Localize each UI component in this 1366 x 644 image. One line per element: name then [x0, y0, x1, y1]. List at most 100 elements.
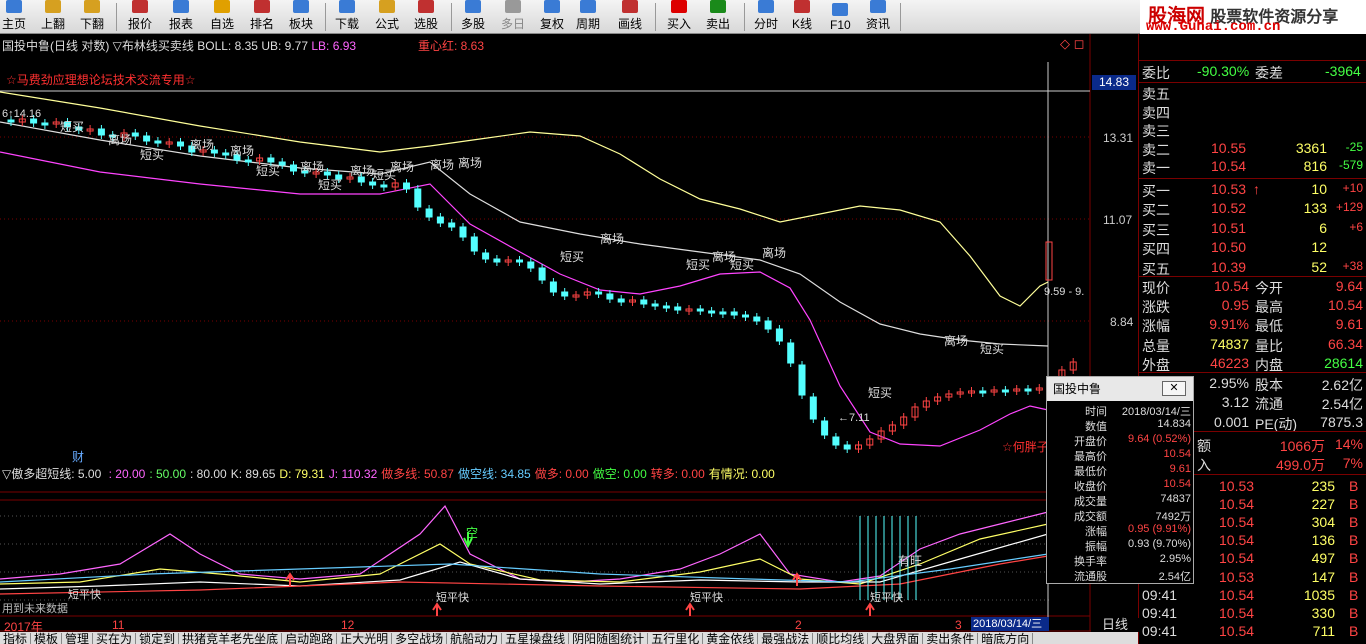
toolbar-draw-line-button[interactable]: 画线	[618, 0, 642, 33]
indicator-tab[interactable]: 卖出条件	[923, 633, 979, 644]
candle-body	[1024, 388, 1032, 392]
popup-header[interactable]: 国投中鲁 ✕	[1047, 377, 1193, 401]
indicator-tab[interactable]: 管理	[62, 633, 94, 644]
toolbar-f10-button[interactable]: F10	[830, 0, 851, 33]
chart-options-icon[interactable]: ◇ ◻	[1060, 36, 1084, 52]
indicator-tab[interactable]: 指标	[0, 633, 32, 644]
toolbar-label: 资讯	[866, 17, 891, 31]
period-tab[interactable]: 日线	[1091, 618, 1139, 632]
tick-time: 09:41	[1142, 622, 1178, 639]
indicator-tab[interactable]: 拱猪竞羊老先坐底	[179, 633, 283, 644]
popup-value: 10.54	[1163, 478, 1191, 490]
toolbar-arrow-down-button[interactable]: 下翻	[80, 0, 105, 33]
popup-value: 74837	[1160, 493, 1191, 505]
toolbar-quote-button[interactable]: 报价	[128, 0, 152, 33]
ask-row: 卖二 10.55 3361 -25	[1139, 139, 1366, 158]
crosshair-info-popup[interactable]: 国投中鲁 ✕ 时间 2018/03/14/三 数值 14.834 开盘价 9.64 (0.…	[1046, 376, 1194, 584]
stat-row: 现价 10.54 今开 9.64	[1139, 277, 1366, 296]
quote-icon	[132, 0, 148, 13]
popup-row: 涨幅 0.95 (9.91%)	[1047, 522, 1195, 538]
toolbar-separator	[451, 3, 452, 31]
tick-qty: 711	[1312, 622, 1335, 639]
money-value: 1066万	[1279, 438, 1325, 454]
tick-side: B	[1349, 514, 1359, 531]
toolbar-formula-button[interactable]: 公式	[375, 0, 399, 33]
star-icon	[214, 0, 230, 13]
buy-signal-label: 短买	[686, 258, 711, 272]
weibi-value: -90.30%	[1197, 63, 1250, 79]
indicator-tab[interactable]: 阴阳随图统计	[569, 633, 649, 644]
toolbar-download-button[interactable]: 下载	[335, 0, 359, 33]
indicator-tab[interactable]: 五星操盘线	[502, 633, 570, 644]
date-axis-label: 3	[955, 618, 962, 632]
tick-price: 10.53	[1219, 478, 1255, 494]
indicator-tab[interactable]: 黄金依线	[703, 633, 759, 644]
toolbar-kline-button[interactable]: K线	[792, 0, 812, 33]
toolbar-multi-stock-button[interactable]: 多股	[461, 0, 485, 33]
toolbar-buy-button[interactable]: 买入	[667, 0, 692, 33]
candle-body	[425, 208, 433, 218]
toolbar-star-button[interactable]: 自选	[210, 0, 234, 33]
toolbar-home-button[interactable]: 主页	[2, 0, 26, 33]
tick-side: B	[1349, 568, 1359, 585]
popup-close-button[interactable]: ✕	[1162, 381, 1186, 396]
toolbar-report-button[interactable]: 报表	[169, 0, 194, 33]
toolbar-label: 板块	[289, 17, 314, 31]
toolbar-intraday-button[interactable]: 分时	[754, 0, 778, 33]
sub-indicator-value: : 50.00	[149, 467, 187, 481]
boll-lower-band	[0, 151, 1049, 447]
ub-value: UB: 9.77	[261, 39, 309, 53]
popup-label: 流通股	[1074, 571, 1107, 583]
toolbar-multi-day-button[interactable]: 多日	[501, 0, 525, 33]
toolbar-label: 下翻	[80, 17, 105, 31]
popup-value: 9.64 (0.52%)	[1128, 433, 1191, 445]
bid-label: 买二	[1142, 202, 1170, 219]
toolbar-news-button[interactable]: 资讯	[866, 0, 891, 33]
indicator-tab[interactable]: 航船动力	[447, 633, 503, 644]
tick-time: 09:41	[1142, 604, 1178, 621]
indicator-tab[interactable]: 启动跑路	[282, 633, 338, 644]
buy-signal-label: 短买	[560, 250, 585, 264]
popup-value: 14.834	[1157, 418, 1191, 430]
toolbar-sell-button[interactable]: 卖出	[706, 0, 730, 33]
main-chart-header: 国投中鲁(日线 对数) ▽布林线买卖线 BOLL: 8.35 UB: 9.77 …	[2, 37, 356, 54]
leave-signal-label: 离场	[944, 334, 969, 348]
indicator-tab[interactable]: 大盘界面	[868, 633, 924, 644]
indicator-tab[interactable]: 顺比均线	[813, 633, 869, 644]
indicator-tab[interactable]: 锁定到	[136, 633, 180, 644]
toolbar-ranking-button[interactable]: 排名	[250, 0, 274, 33]
candle-body	[651, 303, 659, 307]
ask-row: 卖三	[1139, 120, 1366, 139]
youwang-label: 有旺	[898, 554, 923, 568]
kline-chart-area[interactable]: 国投中鲁(日线 对数) ▽布林线买卖线 BOLL: 8.35 UB: 9.77 …	[0, 34, 1138, 644]
tick-row: 09:41 10.54 330 B	[1139, 604, 1366, 623]
indicator-tab[interactable]: 模板	[31, 633, 63, 644]
toolbar-adjust-button[interactable]: 复权	[540, 0, 564, 33]
toolbar-period-button[interactable]: 周期	[576, 0, 600, 33]
indicator-tab[interactable]: 买在为	[93, 633, 137, 644]
sell-icon	[710, 0, 726, 13]
multi-day-icon	[505, 0, 521, 13]
indicator-tab[interactable]: 多空战场	[392, 633, 448, 644]
leave-signal-label: 离场	[350, 164, 375, 178]
toolbar-arrow-up-button[interactable]: 上翻	[41, 0, 65, 33]
buy-arrow-icon	[865, 602, 875, 616]
candle-body	[640, 299, 648, 305]
toolbar-label: 报表	[169, 17, 194, 31]
stat-label-2: 量比	[1255, 337, 1283, 354]
indicator-tab[interactable]: 最强战法	[758, 633, 814, 644]
candle-body	[131, 132, 139, 137]
stat2-value-2: 2.54亿	[1321, 396, 1363, 413]
toolbar-pick-stock-button[interactable]: 选股	[414, 0, 438, 33]
indicator-tab[interactable]: 暗底方向	[978, 633, 1034, 644]
tick-time: 09:41	[1142, 586, 1178, 603]
sub-chart-header: ▽傲多超短线: 5.00 : 20.00: 50.00: 80.00 K: 89.…	[2, 467, 775, 481]
candle-body	[821, 420, 829, 436]
popup-value: 2.54亿	[1158, 571, 1191, 583]
toolbar-label: 买入	[667, 17, 692, 31]
toolbar-sector-button[interactable]: 板块	[289, 0, 314, 33]
indicator-tab[interactable]: 正大光明	[337, 633, 393, 644]
indicator-tab[interactable]: 五行里化	[648, 633, 704, 644]
tick-qty: 235	[1311, 478, 1335, 494]
candle-body	[414, 188, 422, 208]
